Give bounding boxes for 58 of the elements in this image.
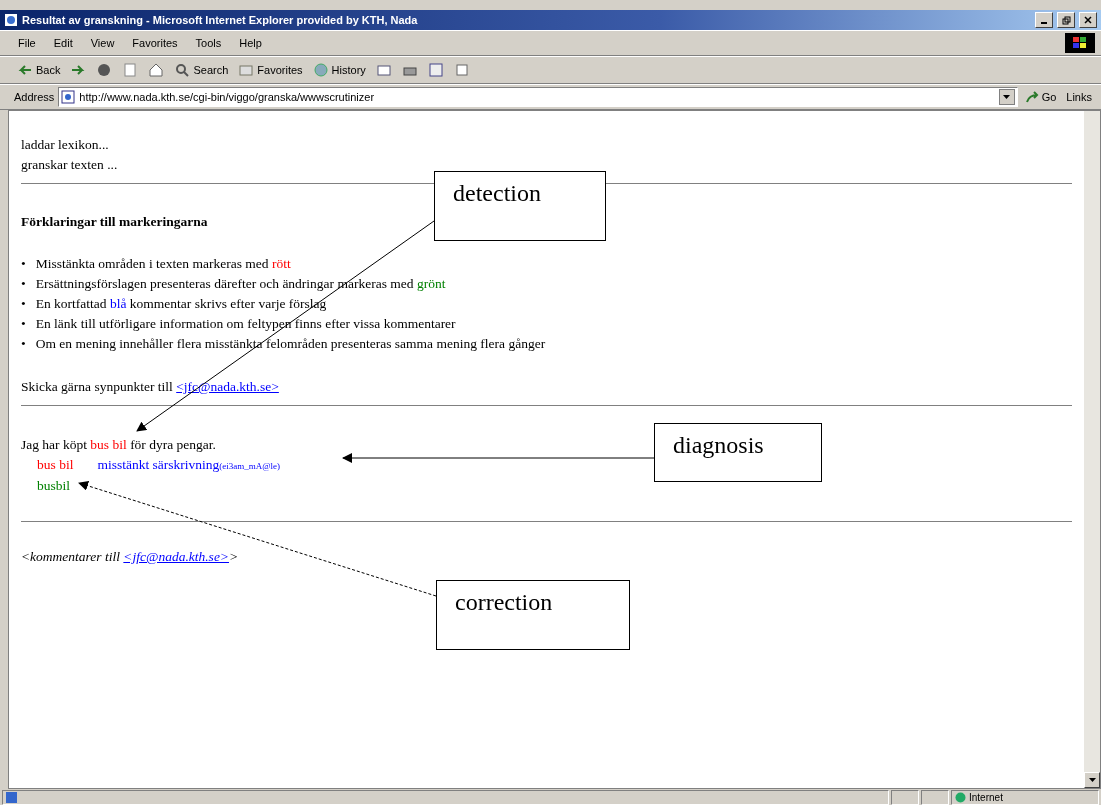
- close-button[interactable]: [1079, 12, 1097, 28]
- globe-icon: [312, 62, 329, 78]
- diagnosis-comment: misstänkt särskrivning(ei3am_mA@le): [97, 456, 281, 474]
- menu-item[interactable]: Help: [235, 37, 266, 49]
- address-label: Address: [14, 91, 55, 103]
- zone-text: Internet: [969, 791, 1003, 803]
- bullet-marker: •: [21, 295, 26, 313]
- bullet-text: En länk till utförligare information om feltypen finns efter vissa kommentarer: [35, 315, 456, 333]
- comments-text: <kommentarer till: [21, 549, 121, 564]
- scroll-down-button[interactable]: [1084, 772, 1100, 788]
- correction-text: busbil: [37, 477, 70, 495]
- globe-icon: [955, 791, 966, 803]
- links-button[interactable]: Links: [1063, 89, 1095, 105]
- close-icon: [1084, 16, 1092, 24]
- minimize-button[interactable]: [1035, 12, 1053, 28]
- menu-item[interactable]: View: [86, 37, 119, 49]
- logo-icon: [1065, 33, 1095, 53]
- error-span: bus bil: [37, 456, 74, 474]
- document-icon: [427, 62, 444, 78]
- toolbar-button[interactable]: Back: [14, 60, 64, 80]
- url-text: http://www.nada.kth.se/cgi-bin/viggo/granska/wwwscrutinizer: [79, 91, 375, 103]
- menu-item[interactable]: Favorites: [128, 37, 182, 49]
- bullet-marker: •: [21, 255, 26, 273]
- toolbar-button[interactable]: Favorites: [235, 60, 306, 80]
- toolbar-button[interactable]: History: [309, 60, 369, 80]
- section-heading: Förklaringar till markeringarna: [21, 213, 209, 231]
- status-text: granskar texten ...: [21, 156, 119, 174]
- browser-icon: [4, 13, 18, 27]
- annotation-label: correction: [436, 580, 630, 650]
- menu-item[interactable]: Tools: [191, 37, 226, 49]
- stop-icon: [96, 62, 113, 78]
- go-button[interactable]: Go: [1021, 88, 1060, 106]
- email-link[interactable]: <jfc@nada.kth.se>: [123, 549, 229, 564]
- home-icon: [148, 62, 165, 78]
- address-field[interactable]: http://www.nada.kth.se/cgi-bin/viggo/granska/wwwscrutinizer: [58, 87, 1018, 107]
- caret-icon: [1003, 95, 1011, 99]
- search-icon: [174, 62, 191, 78]
- annotation-label: detection: [434, 171, 606, 241]
- comments-text: >: [229, 549, 239, 564]
- document-icon: [453, 62, 470, 78]
- menu-item[interactable]: Edit: [49, 37, 77, 49]
- contact-text: Skicka gärna synpunkter till: [21, 379, 174, 394]
- restore-button[interactable]: [1057, 12, 1075, 28]
- bullet-marker: •: [21, 275, 26, 293]
- checked-sentence: Jag har köpt bus bil för dyra pengar.: [21, 437, 216, 452]
- go-arrow-icon: [1024, 90, 1039, 104]
- window-title: Resultat av granskning - Microsoft Internet Explorer provided by KTH, Nada: [22, 14, 419, 26]
- dropdown-button[interactable]: [998, 89, 1015, 105]
- status-text: laddar lexikon...: [21, 136, 110, 154]
- bullet-text: Misstänkta områden i texten markeras med rött: [35, 255, 291, 273]
- toolbar-button[interactable]: Search: [171, 60, 232, 80]
- bullet-marker: •: [21, 335, 26, 353]
- bullet-text: Om en mening innehåller flera misstänkta felområden presenteras samma mening flera gånger: [35, 335, 546, 353]
- bullet-marker: •: [21, 315, 26, 333]
- menu-item[interactable]: File: [14, 37, 40, 49]
- caret-icon: [1088, 778, 1096, 782]
- annotation-label: diagnosis: [654, 423, 822, 482]
- restore-icon: [1061, 15, 1071, 25]
